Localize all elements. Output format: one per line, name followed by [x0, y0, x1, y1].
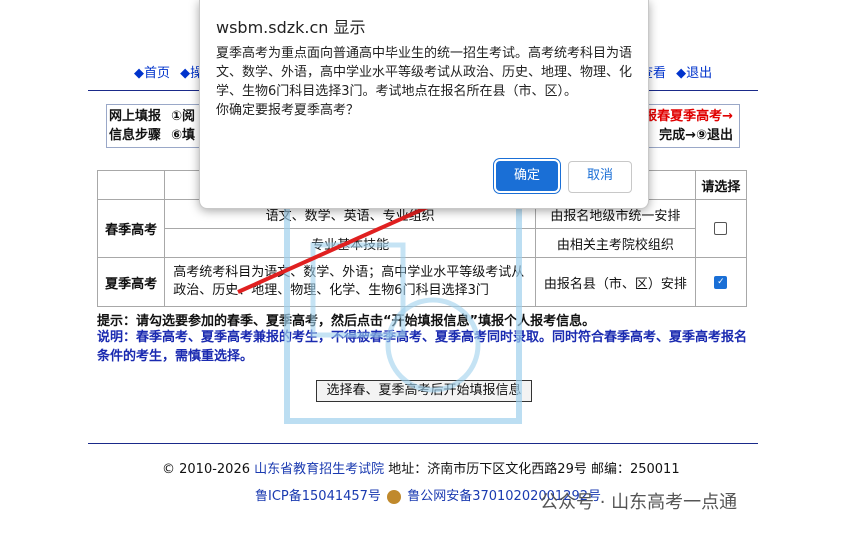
table-cell: [96, 170, 166, 200]
footer-line-1: © 2010-2026 山东省教育招生考试院 地址：济南市历下区文化西路29号 …: [162, 458, 680, 477]
confirm-dialog: wsbm.sdzk.cn 显示 夏季高考为重点面向普通高中毕业生的统一招生考试。…: [199, 0, 649, 209]
steps-right-2: 完成→⑨退出: [659, 128, 733, 143]
hint-text: 提示：请勾选要参加的春季、夏季高考，然后点击“开始填报信息”填报个人报考信息。: [97, 314, 596, 329]
steps-mid: ①阅 ⑥填: [171, 107, 195, 145]
dialog-message: 夏季高考为重点面向普通高中毕业生的统一招生考试。高考统考科目为语文、数学、外语，…: [216, 46, 633, 99]
row-method-spring-2: 由相关主考院校组织: [535, 228, 696, 258]
header-select: 请选择: [694, 170, 748, 200]
footer-org-link[interactable]: 山东省教育招生考试院: [254, 462, 384, 477]
summer-exam-checkbox[interactable]: ✓: [714, 275, 728, 289]
icp-link[interactable]: 鲁ICP备15041457号: [255, 489, 381, 504]
spring-exam-checkbox[interactable]: [714, 222, 728, 235]
police-badge-icon: [387, 489, 402, 504]
row-subjects-spring-2: 专业基本技能: [164, 228, 536, 258]
row-name-spring: 春季高考: [96, 199, 166, 258]
footer-copyright: © 2010-2026: [162, 462, 250, 477]
ok-button[interactable]: 确定: [496, 161, 558, 191]
steps-label-2: 信息步骤: [109, 128, 162, 143]
divider-bottom: [88, 443, 758, 444]
row-method-summer: 由报名县（市、区）安排: [535, 257, 696, 307]
row-subjects-summer: 高考统考科目为语文、数学、外语；高中学业水平等级考试从政治、历史、地理、物理、化…: [164, 257, 536, 307]
dialog-question: 你确定要报考夏季高考？: [216, 103, 360, 118]
note-text: 说明：春季高考、夏季高考兼报的考生，不得被春季高考、夏季高考同时录取。同时符合春…: [97, 330, 748, 364]
table-row: 专业基本技能 由相关主考院校组织: [98, 228, 747, 258]
steps-mid-2: ⑥填: [171, 128, 196, 143]
row-name-summer: 夏季高考: [96, 257, 166, 307]
steps-label: 网上填报 信息步骤: [109, 107, 161, 145]
steps-label-1: 网上填报: [109, 109, 162, 124]
wechat-watermark: 公众号 · 山东高考一点通: [540, 492, 738, 513]
table-row: 夏季高考 高考统考科目为语文、数学、外语；高中学业水平等级考试从政治、历史、地理…: [96, 257, 748, 307]
nav-home-link[interactable]: ◆首页: [134, 66, 170, 81]
steps-right: 报春夏季高考→ 完成→⑨退出: [644, 107, 733, 145]
footer-address: 地址：济南市历下区文化西路29号 邮编：250011: [388, 462, 680, 477]
dialog-message-block: 夏季高考为重点面向普通高中毕业生的统一招生考试。高考统考科目为语文、数学、外语，…: [216, 44, 636, 120]
checkbox-cell-summer: ✓: [694, 257, 748, 307]
steps-right-1: 报春夏季高考→: [644, 109, 733, 124]
top-nav-right: 查看 ◆退出: [640, 62, 718, 81]
cancel-button[interactable]: 取消: [568, 161, 632, 193]
checkbox-cell-spring: [694, 199, 748, 258]
dialog-title: wsbm.sdzk.cn 显示: [216, 18, 366, 37]
nav-logout-link[interactable]: ◆退出: [676, 66, 712, 81]
start-fill-button[interactable]: 选择春、夏季高考后开始填报信息: [316, 380, 532, 402]
steps-mid-1: ①阅: [171, 109, 196, 124]
